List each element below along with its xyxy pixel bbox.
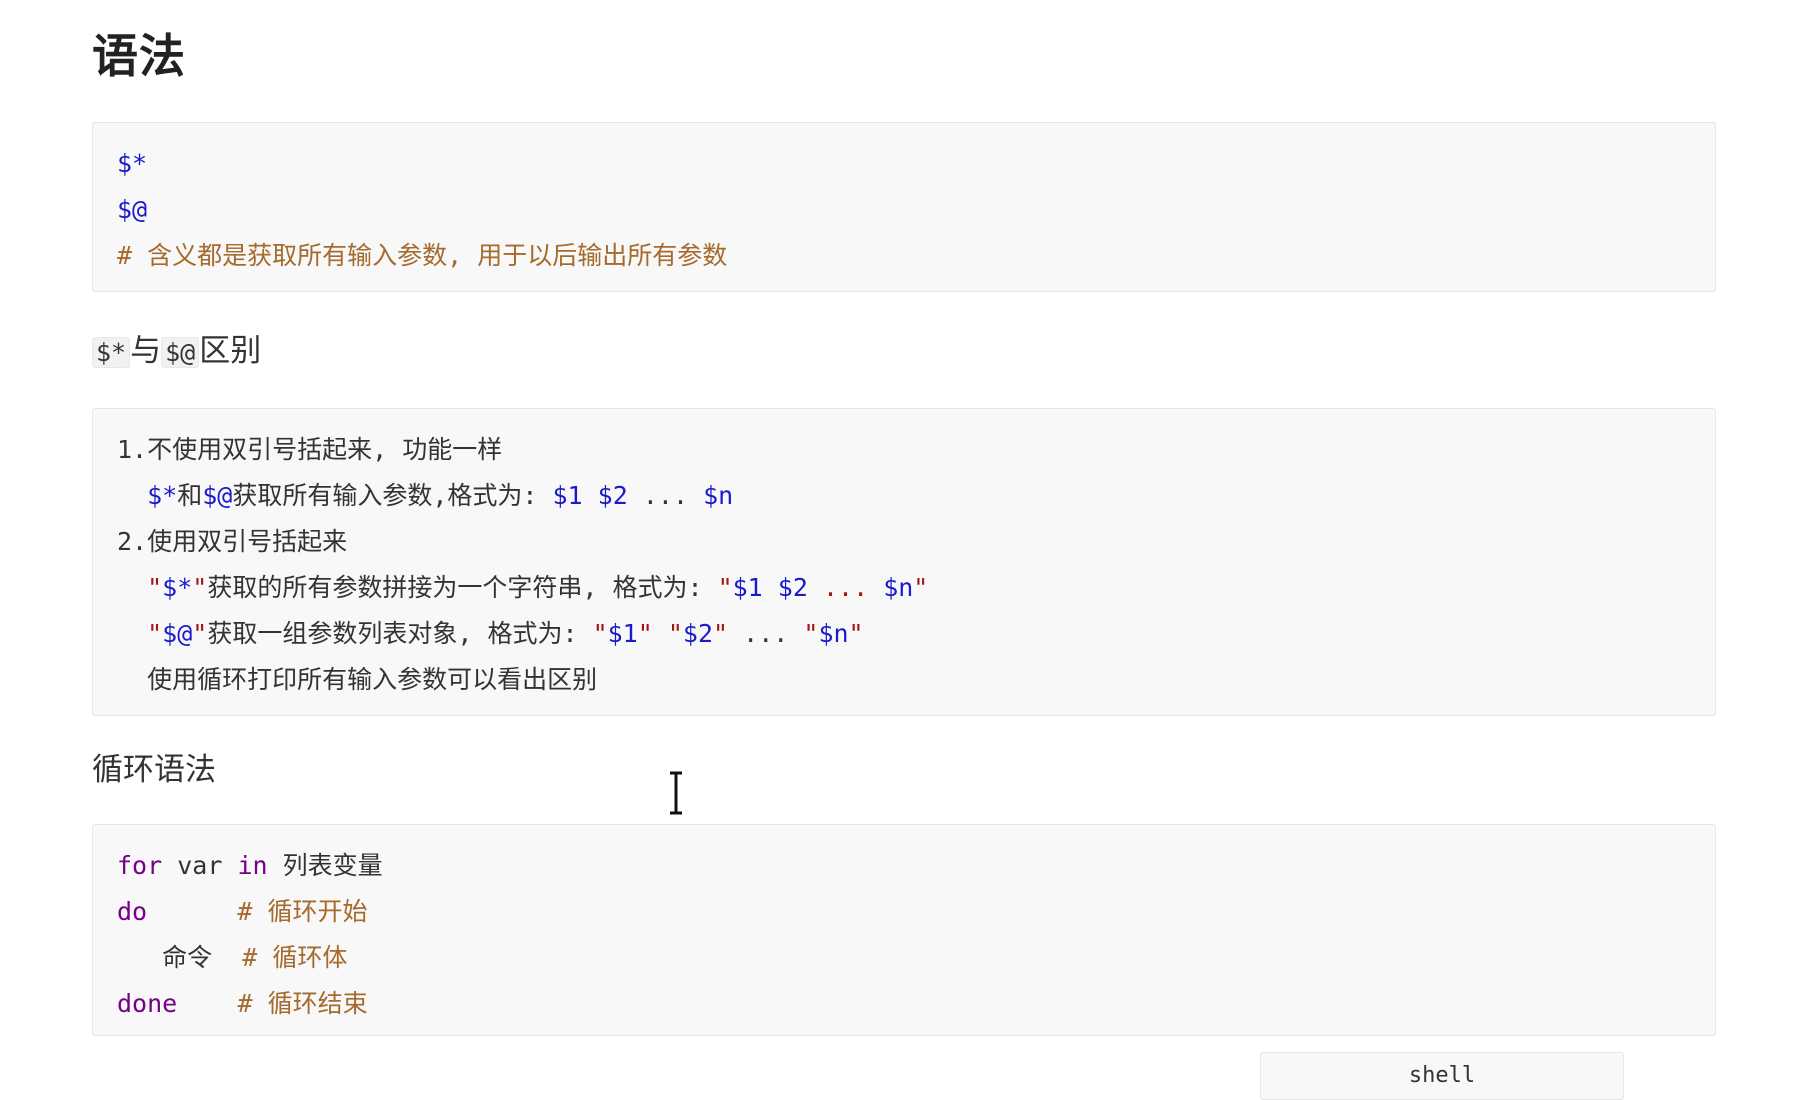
list-number: 1. bbox=[117, 435, 148, 464]
code-text: 和 bbox=[177, 481, 203, 510]
code-var: $* bbox=[162, 573, 193, 602]
code-text: 使用循环打印所有输入参数可以看出区别 bbox=[147, 665, 598, 694]
code-var: $* bbox=[147, 481, 178, 510]
code-line: for var in 列表变量 bbox=[117, 843, 1691, 889]
heading-text: 区别 bbox=[199, 333, 262, 369]
code-string: ... bbox=[822, 573, 869, 602]
code-var: $1 bbox=[732, 573, 763, 602]
code-string: " bbox=[192, 573, 208, 602]
code-line: 2.使用双引号括起来 bbox=[117, 519, 1691, 565]
code-string: " bbox=[717, 573, 733, 602]
code-block-difference[interactable]: 1.不使用双引号括起来, 功能一样 $*和$@获取所有输入参数,格式为: $1 … bbox=[92, 408, 1716, 716]
text-cursor-icon bbox=[670, 771, 682, 815]
code-text: 获取的所有参数拼接为一个字符串, 格式为: bbox=[207, 573, 718, 602]
code-line: "$@"获取一组参数列表对象, 格式为: "$1" "$2" ... "$n" bbox=[117, 611, 1691, 657]
page-title: 语法 bbox=[92, 29, 186, 83]
code-line: 1.不使用双引号括起来, 功能一样 bbox=[117, 427, 1691, 473]
code-comment: 循环结束 bbox=[267, 989, 368, 1018]
code-var: $2 bbox=[597, 481, 628, 510]
code-text: 获取所有输入参数,格式为: bbox=[232, 481, 553, 510]
section-heading-loop: 循环语法 bbox=[92, 752, 216, 788]
code-var: $n bbox=[703, 481, 734, 510]
code-comment-hash: # bbox=[237, 989, 253, 1018]
code-keyword: done bbox=[117, 989, 178, 1018]
code-string: " bbox=[147, 573, 163, 602]
code-var: $n bbox=[818, 619, 849, 648]
code-var: $* bbox=[117, 149, 148, 178]
code-var: $@ bbox=[202, 481, 233, 510]
code-line: 命令 # 循环体 bbox=[117, 935, 1691, 981]
code-string: " bbox=[192, 619, 208, 648]
code-comment: 循环开始 bbox=[267, 897, 368, 926]
code-line: # 含义都是获取所有输入参数, 用于以后输出所有参数 bbox=[117, 233, 1691, 279]
inline-code: $@ bbox=[161, 337, 200, 368]
code-comment-hash: # bbox=[117, 241, 133, 270]
code-var: $1 bbox=[607, 619, 638, 648]
code-line: $@ bbox=[117, 187, 1691, 233]
code-string: " bbox=[803, 619, 819, 648]
code-keyword: do bbox=[117, 897, 148, 926]
code-text: 使用双引号括起来 bbox=[147, 527, 348, 556]
code-string: " bbox=[637, 619, 653, 648]
code-text: 获取一组参数列表对象, 格式为: bbox=[207, 619, 593, 648]
code-string: " bbox=[147, 619, 163, 648]
code-string: " bbox=[848, 619, 864, 648]
list-number: 2. bbox=[117, 527, 148, 556]
code-block-loop[interactable]: for var in 列表变量 do # 循环开始 命令 # 循环体 done … bbox=[92, 824, 1716, 1036]
code-var: $1 bbox=[552, 481, 583, 510]
code-text: 命令 bbox=[162, 943, 213, 972]
code-comment: 含义都是获取所有输入参数, 用于以后输出所有参数 bbox=[132, 241, 728, 270]
code-text: ... bbox=[642, 481, 688, 510]
code-line: done # 循环结束 bbox=[117, 981, 1691, 1027]
code-string: " bbox=[592, 619, 608, 648]
code-block-syntax[interactable]: $* $@ # 含义都是获取所有输入参数, 用于以后输出所有参数 bbox=[92, 122, 1716, 292]
code-line: do # 循环开始 bbox=[117, 889, 1691, 935]
code-string: " bbox=[913, 573, 929, 602]
code-string: " bbox=[713, 619, 729, 648]
code-var: $2 bbox=[682, 619, 714, 648]
code-var: $@ bbox=[162, 619, 193, 648]
heading-text: 与 bbox=[130, 333, 162, 369]
code-comment-hash: # bbox=[237, 897, 253, 926]
code-text: 不使用双引号括起来, 功能一样 bbox=[147, 435, 503, 464]
code-line: $*和$@获取所有输入参数,格式为: $1 $2 ... $n bbox=[117, 473, 1691, 519]
code-keyword: in bbox=[237, 851, 268, 880]
code-text: var bbox=[177, 851, 223, 880]
code-comment-hash: # bbox=[242, 943, 258, 972]
code-var: $n bbox=[883, 573, 914, 602]
code-comment: 循环体 bbox=[272, 943, 348, 972]
code-line: 使用循环打印所有输入参数可以看出区别 bbox=[117, 657, 1691, 703]
section-heading-difference: $* 与 $@ 区别 bbox=[92, 329, 261, 375]
inline-code: $* bbox=[92, 337, 131, 368]
code-keyword: for bbox=[117, 851, 163, 880]
code-var: $2 bbox=[777, 573, 808, 602]
code-text: ... bbox=[743, 619, 789, 648]
code-line: $* bbox=[117, 141, 1691, 187]
code-text: 列表变量 bbox=[282, 851, 383, 880]
code-string: " bbox=[667, 619, 683, 648]
code-line: "$*"获取的所有参数拼接为一个字符串, 格式为: "$1 $2 ... $n" bbox=[117, 565, 1691, 611]
code-var: $@ bbox=[117, 195, 148, 224]
